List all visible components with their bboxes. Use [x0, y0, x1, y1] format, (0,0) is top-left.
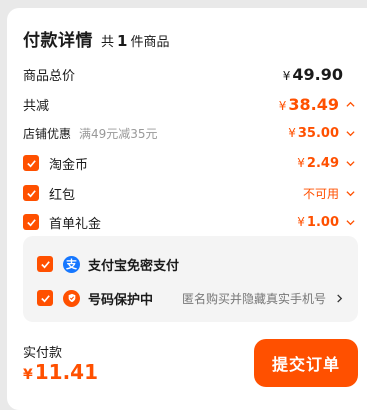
item-count: 共 1 件商品	[101, 32, 170, 50]
payment-details-card: 付款详情 共 1 件商品 商品总价 ¥49.90 共减 ¥38.49 店铺优惠 满4…	[7, 8, 367, 410]
store-discount-rule: 满49元减35元	[79, 126, 158, 141]
alipay-label: 支付宝免密支付	[88, 258, 180, 274]
red-packet-checkbox[interactable]	[23, 185, 39, 201]
payment-options-box: 支 支付宝免密支付 号码保护中 匿名购买并隐藏真实手机号	[23, 236, 358, 322]
amount-due-label: 实付款	[23, 346, 63, 361]
chevron-down-icon[interactable]	[343, 186, 357, 200]
alipay-checkbox[interactable]	[37, 256, 53, 272]
row-tao-coin[interactable]: 淘金币 ¥2.49	[23, 153, 357, 173]
privacy-note[interactable]: 匿名购买并隐藏真实手机号	[182, 290, 346, 307]
first-order-gift-value: ¥1.00	[297, 214, 339, 230]
privacy-option[interactable]: 号码保护中 匿名购买并隐藏真实手机号	[37, 287, 346, 309]
page-title: 付款详情	[23, 31, 93, 51]
chevron-right-icon	[332, 291, 346, 305]
shield-icon	[63, 289, 80, 307]
tao-coin-checkbox[interactable]	[23, 155, 39, 171]
privacy-label: 号码保护中	[88, 292, 154, 308]
total-price-label: 商品总价	[23, 68, 76, 84]
chevron-down-icon[interactable]	[343, 215, 357, 229]
row-total-price: 商品总价 ¥49.90	[23, 64, 357, 84]
header: 付款详情 共 1 件商品	[23, 26, 169, 51]
row-store-discount[interactable]: 店铺优惠 满49元减35元 ¥35.00	[23, 123, 357, 143]
total-price-value: ¥49.90	[282, 64, 343, 84]
total-discount-value: ¥38.49	[278, 94, 339, 114]
tao-coin-value: ¥2.49	[297, 155, 339, 171]
store-discount-value: ¥35.00	[288, 125, 339, 141]
chevron-down-icon[interactable]	[343, 126, 357, 140]
red-packet-status: 不可用	[302, 186, 339, 201]
alipay-option[interactable]: 支 支付宝免密支付	[37, 253, 346, 275]
alipay-icon: 支	[63, 255, 80, 273]
submit-order-button[interactable]: 提交订单	[254, 339, 358, 387]
row-red-packet[interactable]: 红包 不可用	[23, 183, 357, 203]
first-order-gift-label: 首单礼金	[49, 216, 102, 232]
red-packet-label: 红包	[49, 187, 76, 203]
chevron-up-icon[interactable]	[343, 97, 357, 111]
chevron-down-icon[interactable]	[343, 156, 357, 170]
amount-due-value: ¥11.41	[23, 360, 99, 384]
tao-coin-label: 淘金币	[49, 157, 89, 173]
total-discount-label: 共减	[23, 98, 50, 114]
first-order-gift-checkbox[interactable]	[23, 214, 39, 230]
row-first-order-gift[interactable]: 首单礼金 ¥1.00	[23, 212, 357, 232]
privacy-checkbox[interactable]	[37, 290, 53, 306]
row-total-discount[interactable]: 共减 ¥38.49	[23, 94, 357, 114]
store-discount-label: 店铺优惠	[23, 126, 72, 141]
